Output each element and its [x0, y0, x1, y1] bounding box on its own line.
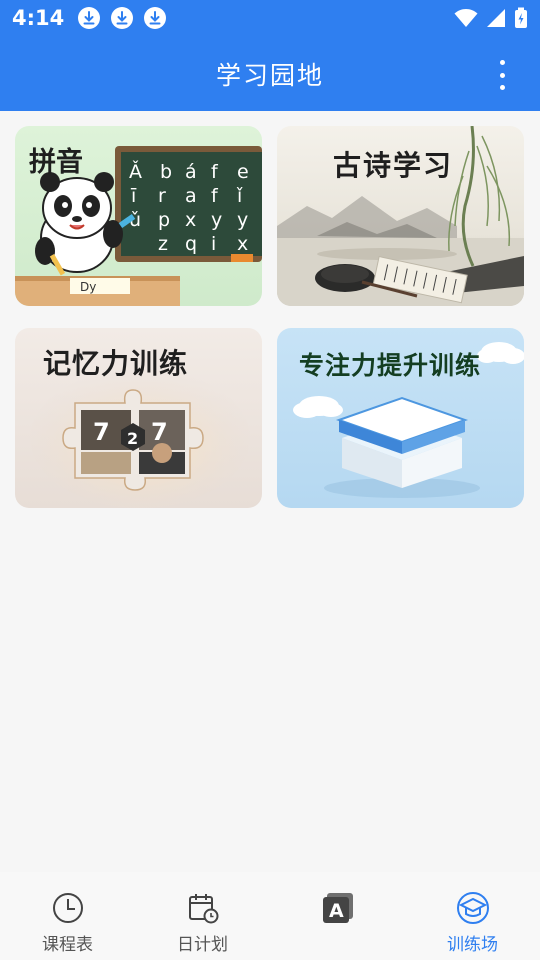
svg-text:e: e — [237, 161, 249, 183]
memory-card[interactable]: 7 7 2 记忆力训练 — [15, 328, 262, 508]
svg-text:ǐ: ǐ — [236, 185, 243, 207]
calendar-icon — [185, 890, 221, 926]
svg-text:á: á — [185, 161, 197, 183]
graduation-cap-icon — [455, 890, 491, 926]
focus-card[interactable]: 专注力提升训练 — [277, 328, 524, 508]
svg-text:x: x — [237, 233, 248, 255]
app-bar: 学习园地 — [0, 36, 540, 111]
nav-item-daily-plan[interactable]: 日计划 — [135, 872, 270, 960]
svg-text:z: z — [158, 233, 168, 255]
download-icon — [111, 7, 134, 29]
nav-label-schedule: 课程表 — [42, 935, 93, 955]
svg-text:Dy: Dy — [80, 280, 96, 294]
download-icon — [78, 7, 101, 29]
more-menu-icon[interactable] — [490, 60, 514, 90]
card-grid: Ǎbáfe īrafǐ ǔpxyy zqix Dy 拼音 古诗学习 7 7 2 … — [15, 126, 525, 508]
svg-text:Ǎ: Ǎ — [129, 160, 142, 183]
signal-icon — [487, 9, 505, 27]
svg-text:2: 2 — [127, 429, 138, 448]
poetry-card[interactable]: 古诗学习 — [277, 126, 524, 306]
nav-label-daily-plan: 日计划 — [177, 935, 228, 955]
nav-item-training[interactable]: 训练场 — [405, 872, 540, 960]
letter-a-icon: A — [320, 890, 356, 926]
nav-item-letters[interactable]: A — [270, 872, 405, 960]
svg-text:b: b — [160, 161, 172, 183]
battery-icon — [515, 7, 527, 28]
bottom-nav: 课程表 日计划 A 训练场 — [0, 872, 540, 960]
svg-text:q: q — [185, 233, 197, 255]
card-title-poetry: 古诗学习 — [333, 149, 454, 182]
card-title-pinyin: 拼音 — [29, 147, 83, 178]
svg-text:p: p — [158, 209, 170, 231]
nav-item-schedule[interactable]: 课程表 — [0, 872, 135, 960]
nav-label-training: 训练场 — [447, 935, 498, 955]
wifi-icon — [454, 9, 478, 27]
page-title: 学习园地 — [215, 60, 324, 90]
top-bar: 4:14 学习园地 — [0, 0, 540, 111]
svg-text:ī: ī — [130, 185, 137, 207]
svg-text:7: 7 — [151, 418, 168, 446]
svg-text:7: 7 — [93, 418, 110, 446]
svg-text:y: y — [211, 209, 222, 231]
card-title-memory: 记忆力训练 — [43, 347, 189, 380]
download-icon — [144, 7, 167, 29]
status-icons — [454, 7, 528, 29]
svg-text:i: i — [211, 233, 216, 255]
svg-text:x: x — [185, 209, 196, 231]
svg-text:y: y — [237, 209, 248, 231]
svg-text:A: A — [329, 900, 344, 922]
status-time: 4:14 — [12, 6, 65, 30]
svg-text:r: r — [158, 185, 166, 207]
status-bar: 4:14 — [0, 0, 540, 36]
card-title-focus: 专注力提升训练 — [299, 351, 482, 380]
pinyin-card[interactable]: Ǎbáfe īrafǐ ǔpxyy zqix Dy 拼音 — [15, 126, 262, 306]
clock-icon — [50, 890, 86, 926]
svg-text:a: a — [185, 185, 197, 207]
